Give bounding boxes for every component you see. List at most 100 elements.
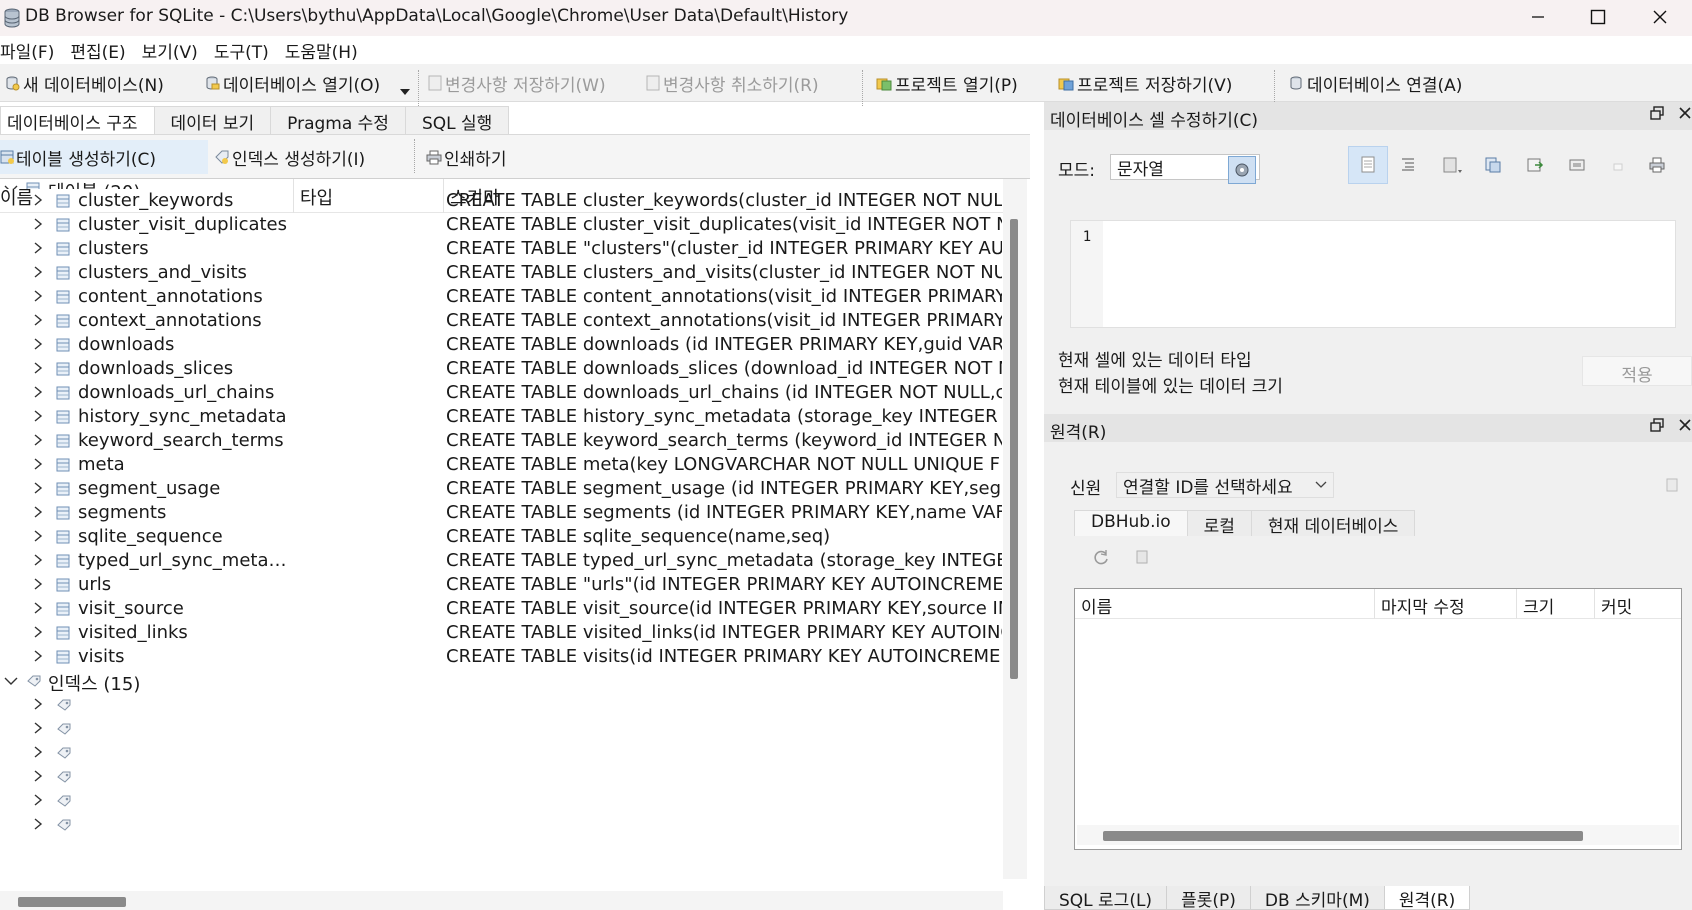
create-index-button[interactable]: 인덱스 생성하기(I): [214, 140, 369, 174]
chevron-right-icon[interactable]: [32, 648, 44, 669]
tree-horizontal-scrollbar[interactable]: [0, 891, 1003, 910]
table-row[interactable]: typed_url_sync_metad… CREATE TABLE typed_…: [0, 549, 1003, 573]
table-row[interactable]: visited_links CREATE TABLE visited_links(…: [0, 621, 1003, 645]
table-row[interactable]: downloads_url_chains CREATE TABLE downloa…: [0, 381, 1003, 405]
cell-editor[interactable]: 1: [1070, 220, 1676, 328]
table-row[interactable]: sqlite_sequence CREATE TABLE sqlite_seque…: [0, 525, 1003, 549]
close-dock-icon[interactable]: [1678, 418, 1692, 432]
revert-changes-button[interactable]: 변경사항 취소하기(R): [646, 69, 819, 97]
chevron-right-icon[interactable]: [32, 696, 44, 717]
chevron-right-icon[interactable]: [32, 816, 44, 837]
create-table-button[interactable]: 테이블 생성하기(C): [0, 140, 208, 174]
chevron-right-icon[interactable]: [32, 240, 44, 261]
tab-database-structure[interactable]: 데이터베이스 구조: [0, 106, 155, 134]
index-row[interactable]: [0, 693, 1003, 717]
apply-button[interactable]: 적용: [1582, 356, 1692, 386]
tab-local[interactable]: 로컬: [1186, 510, 1252, 537]
scroll-thumb[interactable]: [18, 897, 126, 907]
tab-sql-log[interactable]: SQL 로그(L): [1044, 886, 1168, 910]
table-row[interactable]: context_annotations CREATE TABLE context_…: [0, 309, 1003, 333]
chevron-right-icon[interactable]: [32, 216, 44, 237]
tab-plot[interactable]: 플롯(P): [1166, 886, 1251, 910]
chevron-right-icon[interactable]: [32, 744, 44, 765]
chevron-right-icon[interactable]: [32, 384, 44, 405]
export-icon[interactable]: [1526, 156, 1544, 174]
table-row[interactable]: meta CREATE TABLE meta(key LONGVARCHAR NO…: [0, 453, 1003, 477]
chevron-right-icon[interactable]: [32, 768, 44, 789]
identity-select[interactable]: 연결할 ID를 선택하세요: [1116, 472, 1334, 498]
table-row[interactable]: urls CREATE TABLE "urls"(id INTEGER PRIMA…: [0, 573, 1003, 597]
chevron-down-icon[interactable]: [3, 672, 19, 692]
tab-browse-data[interactable]: 데이터 보기: [153, 106, 272, 134]
auto-switch-mode-button[interactable]: [1228, 156, 1256, 184]
menu-help[interactable]: 도움말(H): [285, 36, 358, 64]
chevron-right-icon[interactable]: [32, 408, 44, 429]
print-button[interactable]: 인쇄하기: [426, 140, 511, 174]
open-project-button[interactable]: 프로젝트 열기(P): [876, 69, 1018, 97]
column-header-commit[interactable]: 커밋: [1595, 589, 1681, 619]
schema-tree[interactable]: 이름 타입 스키마 테이블 (20)cluster_keywordsCREATE…: [0, 178, 1030, 910]
printer-icon[interactable]: [1648, 156, 1666, 174]
chevron-right-icon[interactable]: [32, 312, 44, 333]
open-database-button[interactable]: 데이터베이스 열기(O): [204, 69, 380, 97]
menu-edit[interactable]: 편집(E): [70, 36, 125, 64]
chevron-right-icon[interactable]: [32, 720, 44, 741]
clone-database-icon[interactable]: [1134, 548, 1152, 566]
index-row[interactable]: [0, 741, 1003, 765]
table-row[interactable]: clusters CREATE TABLE "clusters"(cluster_…: [0, 237, 1003, 261]
tab-execute-sql[interactable]: SQL 실행: [404, 106, 510, 134]
table-row[interactable]: keyword_search_terms CREATE TABLE keyword…: [0, 429, 1003, 453]
import-icon[interactable]: [1484, 156, 1502, 174]
chevron-right-icon[interactable]: [32, 600, 44, 621]
index-row[interactable]: [0, 765, 1003, 789]
table-row[interactable]: cluster_keywords CREATE TABLE cluster_key…: [0, 189, 1003, 213]
tab-db-schema[interactable]: DB 스키마(M): [1249, 886, 1385, 910]
chevron-right-icon[interactable]: [32, 528, 44, 549]
chevron-right-icon[interactable]: [32, 360, 44, 381]
menu-file[interactable]: 파일(F): [0, 36, 54, 64]
indent-icon[interactable]: [1400, 156, 1416, 172]
indexes-group-row[interactable]: 인덱스 (15): [0, 669, 1003, 695]
scroll-thumb[interactable]: [1010, 219, 1018, 679]
remote-horizontal-scrollbar[interactable]: [1077, 825, 1679, 845]
new-database-button[interactable]: 새 데이터베이스(N): [4, 69, 164, 97]
minimize-button[interactable]: [1508, 0, 1568, 34]
tab-remote[interactable]: 원격(R): [1383, 886, 1471, 910]
chevron-right-icon[interactable]: [32, 624, 44, 645]
tab-dbhub[interactable]: DBHub.io: [1074, 510, 1188, 536]
table-row[interactable]: segment_usage CREATE TABLE segment_usage …: [0, 477, 1003, 501]
table-row[interactable]: content_annotations CREATE TABLE content_…: [0, 285, 1003, 309]
text-mode-button[interactable]: [1348, 146, 1388, 184]
chevron-right-icon[interactable]: [32, 288, 44, 309]
maximize-button[interactable]: [1568, 0, 1628, 34]
chevron-right-icon[interactable]: [32, 504, 44, 525]
index-row[interactable]: [0, 717, 1003, 741]
chevron-right-icon[interactable]: [32, 192, 44, 213]
tree-vertical-scrollbar[interactable]: [1003, 179, 1027, 879]
column-header-size[interactable]: 크기: [1517, 589, 1595, 619]
chevron-right-icon[interactable]: [32, 792, 44, 813]
refresh-icon[interactable]: [1092, 548, 1110, 566]
attach-database-button[interactable]: 데이터베이스 연결(A): [1288, 69, 1462, 97]
chevron-right-icon[interactable]: [32, 552, 44, 573]
word-wrap-icon[interactable]: [1442, 156, 1464, 176]
index-row[interactable]: [0, 813, 1003, 837]
float-dock-icon[interactable]: [1650, 106, 1664, 120]
chevron-right-icon[interactable]: [32, 456, 44, 477]
table-row[interactable]: downloads CREATE TABLE downloads (id INTE…: [0, 333, 1003, 357]
table-row[interactable]: cluster_visit_duplicates CREATE TABLE clu…: [0, 213, 1003, 237]
identity-manage-icon[interactable]: [1664, 476, 1682, 494]
chevron-right-icon[interactable]: [32, 264, 44, 285]
table-row[interactable]: segments CREATE TABLE segments (id INTEGE…: [0, 501, 1003, 525]
table-row[interactable]: history_sync_metadata CREATE TABLE histor…: [0, 405, 1003, 429]
tables-group-row[interactable]: 테이블 (20): [0, 179, 1003, 189]
chevron-down-icon[interactable]: [3, 180, 19, 189]
clear-icon[interactable]: [1610, 160, 1626, 172]
table-row[interactable]: clusters_and_visits CREATE TABLE clusters…: [0, 261, 1003, 285]
set-null-icon[interactable]: [1568, 156, 1586, 174]
menu-tools[interactable]: 도구(T): [214, 36, 269, 64]
close-dock-icon[interactable]: [1678, 106, 1692, 120]
float-dock-icon[interactable]: [1650, 418, 1664, 432]
chevron-right-icon[interactable]: [32, 576, 44, 597]
tab-edit-pragmas[interactable]: Pragma 수정: [270, 106, 406, 134]
